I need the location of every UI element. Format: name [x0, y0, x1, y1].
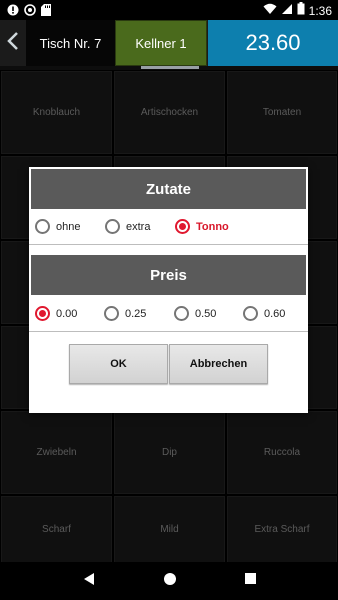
system-nav-bar [0, 562, 338, 600]
radio-checked-icon [175, 219, 190, 234]
back-button[interactable] [0, 20, 26, 66]
radio-unchecked-icon [105, 219, 120, 234]
ok-button[interactable]: OK [69, 344, 168, 384]
price-option-0-25[interactable]: 0.25 [104, 306, 146, 321]
price-option-0-60[interactable]: 0.60 [243, 306, 285, 321]
radio-unchecked-icon [104, 306, 119, 321]
status-bar: 1:36 [0, 0, 338, 20]
alert-icon [7, 3, 19, 21]
ingredient-option-extra[interactable]: extra [105, 219, 150, 234]
app-root: 1:36 Tisch Nr. 7 Kellner 1 23.60 Knoblau… [0, 0, 338, 600]
battery-icon [297, 2, 305, 20]
radio-unchecked-icon [174, 306, 189, 321]
price-option-0-50[interactable]: 0.50 [174, 306, 216, 321]
signal-icon [281, 2, 293, 20]
ingredient-section-title: Zutate [31, 169, 306, 209]
option-label: extra [126, 220, 151, 233]
recents-square-icon[interactable] [244, 572, 257, 590]
radio-unchecked-icon [35, 219, 50, 234]
radio-checked-icon [35, 306, 50, 321]
waiter-label[interactable]: Kellner 1 [115, 20, 207, 66]
price-option-0-00[interactable]: 0.00 [35, 306, 77, 321]
status-time: 1:36 [308, 4, 332, 18]
chevron-left-icon [7, 31, 19, 55]
tab-indicator [141, 66, 199, 69]
options-dialog: Zutate ohne extra Tonno Preis 0.00 0.25 … [29, 167, 308, 413]
table-label[interactable]: Tisch Nr. 7 [26, 20, 115, 66]
order-total: 23.60 [208, 20, 338, 66]
option-label: 0.50 [195, 307, 217, 320]
cancel-button[interactable]: Abbrechen [169, 344, 268, 384]
ingredient-option-ohne[interactable]: ohne [35, 219, 80, 234]
option-label: 0.25 [125, 307, 147, 320]
divider [29, 331, 308, 332]
option-label: Tonno [196, 220, 229, 233]
sync-icon [24, 3, 36, 21]
wifi-icon [263, 2, 277, 20]
divider [29, 244, 308, 245]
ingredient-radio-group: ohne extra Tonno [29, 210, 308, 244]
sd-card-icon [41, 3, 51, 21]
option-label: ohne [56, 220, 81, 233]
option-label: 0.60 [264, 307, 286, 320]
ingredient-option-tonno[interactable]: Tonno [175, 219, 229, 234]
back-triangle-icon[interactable] [82, 572, 96, 591]
price-section-title: Preis [31, 255, 306, 295]
order-header: Tisch Nr. 7 Kellner 1 23.60 [0, 20, 338, 66]
radio-unchecked-icon [243, 306, 258, 321]
option-label: 0.00 [56, 307, 78, 320]
price-radio-group: 0.00 0.25 0.50 0.60 [29, 296, 308, 330]
home-circle-icon[interactable] [163, 572, 177, 591]
